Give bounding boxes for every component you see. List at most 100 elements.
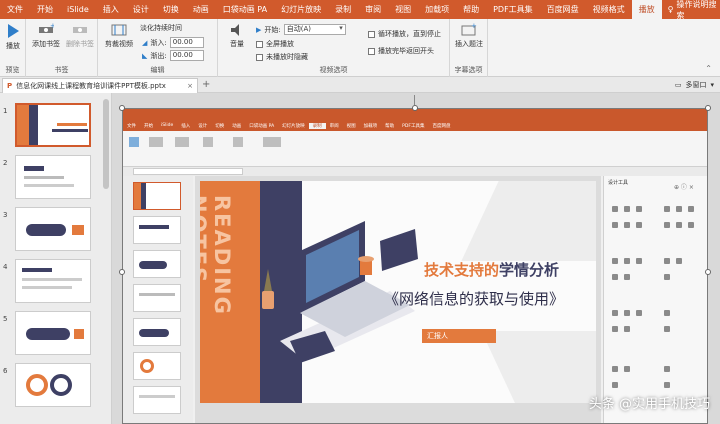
align-icon[interactable] [664, 222, 670, 228]
distribute-icon[interactable] [624, 274, 630, 280]
distribute-icon[interactable] [624, 258, 630, 264]
ribbon-tab[interactable]: 播放 [631, 0, 662, 19]
resize-handle[interactable] [705, 105, 711, 111]
video-frame[interactable]: 文件 开始 iSlide 插入 设计 切换 动画 口袋动画 PA 幻灯片放映 录制 审阅 视图 加载项 帮… [122, 108, 708, 424]
align-icon[interactable] [624, 206, 630, 212]
ribbon-tab[interactable]: 插入 [96, 0, 126, 19]
align-icon[interactable] [636, 206, 642, 212]
collapse-ribbon-icon[interactable]: ⌃ [705, 64, 712, 73]
fade-out-input[interactable]: 00.00 [169, 50, 204, 61]
multi-window-label: 多窗口 [685, 81, 707, 89]
distribute-icon[interactable] [664, 258, 670, 264]
rotate-icon[interactable] [664, 382, 670, 388]
lightbulb-icon: ♀ [667, 5, 674, 14]
start-label: 开始: [264, 25, 281, 34]
tell-me-search[interactable]: ♀ 操作说明搜索 [662, 0, 720, 21]
multi-window-button[interactable]: ▭ 多窗口 ▾ [675, 80, 714, 90]
new-tab-icon[interactable]: + [202, 79, 210, 90]
resize-handle[interactable] [705, 269, 711, 275]
thumbnail-scrollbar[interactable] [103, 99, 109, 189]
slide-thumbnail[interactable] [15, 363, 91, 407]
play-label: 播放 [6, 42, 20, 50]
align-icon[interactable] [636, 222, 642, 228]
trim-video-button[interactable]: 剪裁视频 [102, 23, 136, 49]
align-icon[interactable] [676, 206, 682, 212]
slide-subtitle: 《网络信息的获取与使用》 [384, 290, 565, 308]
ribbon-tab[interactable]: 口袋动画 PA [216, 0, 274, 19]
rotate-icon[interactable] [612, 382, 618, 388]
start-select[interactable]: 自动(A) [283, 24, 346, 35]
align-icon[interactable] [688, 222, 694, 228]
size-icon[interactable] [636, 310, 642, 316]
fade-in-input[interactable]: 00.00 [169, 37, 204, 48]
ribbon-tab[interactable]: 百度网盘 [540, 0, 586, 19]
ribbon-tab[interactable]: 动画 [186, 0, 216, 19]
size-icon[interactable] [664, 326, 670, 332]
align-icon[interactable] [688, 206, 694, 212]
slide-thumbnail[interactable] [15, 207, 91, 251]
resize-handle[interactable] [119, 269, 125, 275]
slide[interactable]: READING NOTES 技术支持的学情分析 《网络信息的获取与使用》 汇报人 [200, 181, 596, 403]
align-icon[interactable] [676, 222, 682, 228]
play-button[interactable]: 播放 [3, 23, 23, 51]
ribbon-tab[interactable]: 幻灯片放映 [274, 0, 328, 19]
ribbon-tab[interactable]: 视频格式 [586, 0, 632, 19]
ribbon-tab[interactable]: 帮助 [456, 0, 486, 19]
ribbon-tab[interactable]: 设计 [126, 0, 156, 19]
close-tab-icon[interactable]: × [187, 82, 193, 90]
rotate-icon[interactable] [612, 366, 618, 372]
align-icon[interactable] [612, 222, 618, 228]
ribbon-tab[interactable]: 视图 [388, 0, 418, 19]
loop-checkbox[interactable]: 循环播放，直到停止 [368, 29, 441, 39]
volume-button[interactable]: 音量 [224, 23, 250, 49]
document-tab[interactable]: P 信息化网课线上课程教育培训课件PPT模板.pptx × [2, 78, 198, 93]
insert-caption-button[interactable]: + 插入题注 [454, 23, 484, 49]
slide-thumbnail[interactable] [15, 155, 91, 199]
resize-handle[interactable] [412, 105, 418, 111]
slide-thumbnail[interactable] [15, 103, 91, 147]
ribbon-tab[interactable]: 审阅 [358, 0, 388, 19]
rewind-label: 播放完毕返回开头 [378, 47, 434, 55]
fullscreen-checkbox[interactable]: 全屏播放 [256, 39, 294, 49]
align-icon[interactable] [612, 206, 618, 212]
add-bookmark-button[interactable]: + 添加书签 [30, 23, 62, 49]
align-icon[interactable] [664, 206, 670, 212]
distribute-icon[interactable] [664, 274, 670, 280]
window-icon: ▭ [674, 81, 682, 89]
rewind-checkbox[interactable]: 播放完毕返回开头 [368, 46, 434, 56]
distribute-icon[interactable] [612, 274, 618, 280]
tell-me-label: 操作说明搜索 [676, 0, 717, 20]
distribute-icon[interactable] [676, 258, 682, 264]
slide-title-part2: 学情分析 [499, 261, 560, 279]
fade-title-text: 淡化持续时间 [140, 24, 182, 32]
ribbon-tab[interactable]: PDF工具集 [486, 0, 540, 19]
size-icon[interactable] [612, 326, 618, 332]
fade-in-icon: ◢ [142, 38, 148, 47]
resize-handle[interactable] [119, 105, 125, 111]
slide-thumbnail[interactable] [15, 311, 91, 355]
distribute-icon[interactable] [636, 258, 642, 264]
rotate-icon[interactable] [664, 366, 670, 372]
align-icon[interactable] [624, 222, 630, 228]
ribbon-tab[interactable]: 录制 [328, 0, 358, 19]
ribbon-tab[interactable]: 文件 [0, 0, 30, 19]
hide-label: 未播放时隐藏 [266, 53, 308, 61]
size-icon[interactable] [664, 310, 670, 316]
hide-checkbox[interactable]: 未播放时隐藏 [256, 52, 308, 62]
insert-caption-icon: + [461, 23, 477, 36]
size-icon[interactable] [612, 310, 618, 316]
slide-thumbnail[interactable] [15, 259, 91, 303]
slide-thumbnail-pane: 1 2 3 4 5 6 [0, 93, 112, 424]
size-icon[interactable] [624, 326, 630, 332]
distribute-icon[interactable] [612, 258, 618, 264]
inner-ribbon-tab: 文件 [127, 123, 136, 129]
ribbon-tab[interactable]: 切换 [156, 0, 186, 19]
rotate-icon[interactable] [624, 366, 630, 372]
ribbon-tab[interactable]: iSlide [60, 0, 96, 19]
size-icon[interactable] [624, 310, 630, 316]
remove-bookmark-button[interactable]: 删除书签 [64, 23, 96, 49]
ribbon-tab[interactable]: 加载项 [418, 0, 456, 19]
play-icon [8, 24, 19, 38]
ribbon-tab[interactable]: 开始 [30, 0, 60, 19]
inner-ribbon-tab: 幻灯片放映 [282, 123, 305, 129]
